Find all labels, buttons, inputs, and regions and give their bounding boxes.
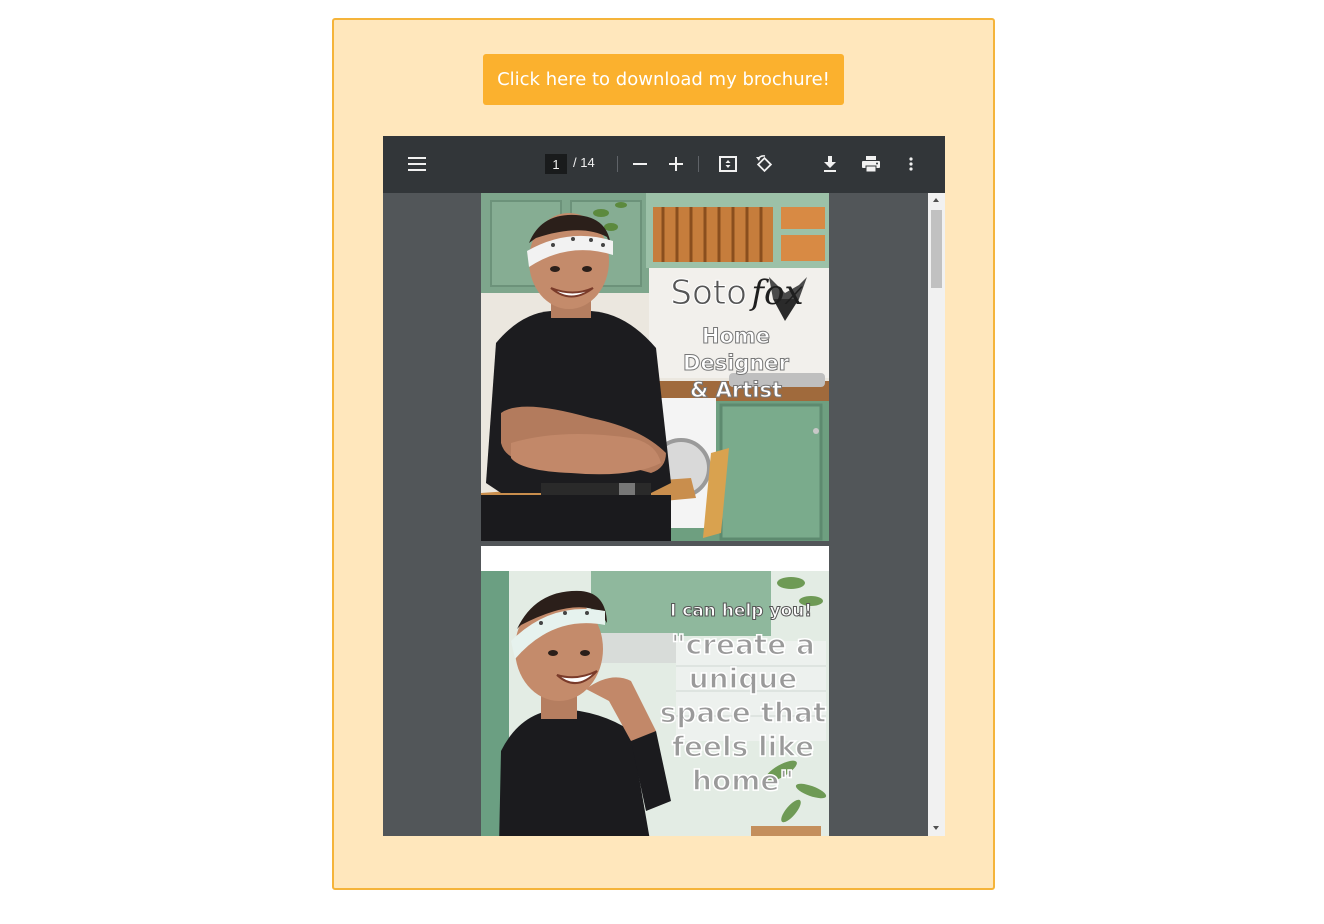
pdf-page-1: Soto fox Home Designer & Artist [481, 193, 829, 541]
brand-accent: fox [751, 273, 804, 313]
download-icon[interactable] [814, 148, 846, 180]
scroll-thumb[interactable] [931, 210, 942, 288]
quote-line: unique [688, 661, 798, 696]
plus-icon[interactable] [660, 148, 692, 180]
quote-line: feels like [671, 729, 815, 764]
quote-line: space that [659, 695, 827, 730]
page-total: / 14 [573, 155, 595, 170]
rotate-icon[interactable] [748, 148, 780, 180]
menu-icon[interactable] [401, 148, 433, 180]
scroll-down-arrow-icon[interactable] [933, 826, 939, 830]
cover-title-line: & Artist [689, 378, 782, 403]
brochure-card: Click here to download my brochure! / 14 [332, 18, 995, 890]
page2-quote: "create a unique space that feels like h… [659, 627, 827, 798]
cover-title-line: Home Designer [683, 324, 790, 376]
page2-lead: I can help you! [670, 601, 813, 622]
download-brochure-button[interactable]: Click here to download my brochure! [483, 54, 844, 105]
print-icon[interactable] [855, 148, 887, 180]
pdf-scrollbar[interactable] [928, 193, 945, 836]
minus-icon[interactable] [624, 148, 656, 180]
cover-title: Home Designer & Artist [653, 323, 819, 404]
scroll-up-arrow-icon[interactable] [933, 198, 939, 202]
pdf-page-2: I can help you! "create a unique space t… [481, 546, 829, 836]
page-number-input[interactable] [545, 154, 567, 174]
brand-name: Soto [670, 273, 748, 314]
quote-line: home" [691, 763, 794, 798]
toolbar-divider [617, 156, 618, 172]
fit-to-page-icon[interactable] [712, 148, 744, 180]
pdf-viewer: / 14 [383, 136, 945, 836]
brand-logo: Soto fox [647, 273, 827, 314]
pdf-document-area[interactable]: Soto fox Home Designer & Artist I can he… [383, 193, 928, 836]
quote-line: "create a [670, 627, 815, 662]
pdf-toolbar: / 14 [383, 136, 945, 193]
more-vert-icon[interactable] [895, 148, 927, 180]
toolbar-divider [698, 156, 699, 172]
